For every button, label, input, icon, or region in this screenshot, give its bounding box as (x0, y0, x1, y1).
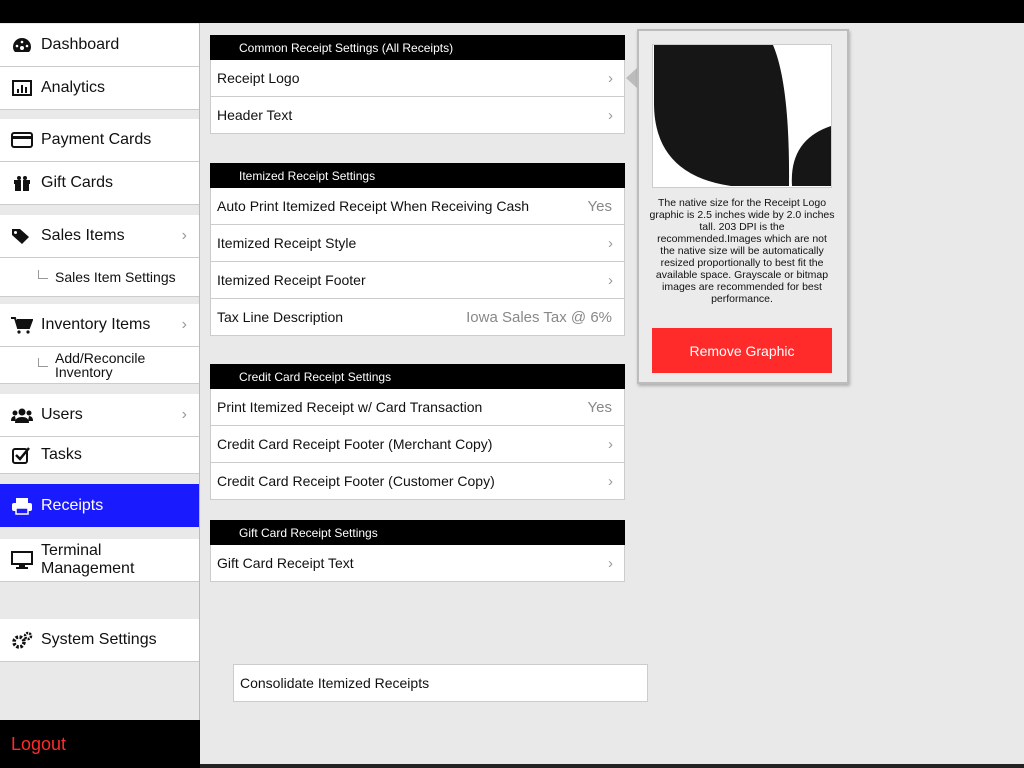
sidebar-item-label: Users (41, 406, 83, 423)
row-label: Auto Print Itemized Receipt When Receivi… (217, 198, 530, 214)
sidebar-item-users[interactable]: Users › (0, 394, 199, 437)
top-bar (0, 0, 1024, 23)
section-header-itemized: Itemized Receipt Settings (210, 163, 625, 188)
row-value: Yes (587, 197, 612, 215)
dashboard-icon (11, 36, 33, 54)
row-gift-card-text[interactable]: Gift Card Receipt Text › (210, 545, 625, 582)
section-header-common: Common Receipt Settings (All Receipts) (210, 35, 625, 60)
sidebar-item-label: Payment Cards (41, 131, 152, 148)
chevron-right-icon: › (608, 106, 613, 124)
sidebar-item-label: Sales Item Settings (55, 269, 176, 285)
checkbox-icon (11, 446, 33, 464)
row-label: Receipt Logo (217, 70, 300, 86)
row-label: Itemized Receipt Style (217, 235, 357, 251)
row-cc-footer-customer[interactable]: Credit Card Receipt Footer (Customer Cop… (210, 463, 625, 500)
sidebar-item-sales-items[interactable]: Sales Items › (0, 215, 199, 258)
sidebar-item-payment-cards[interactable]: Payment Cards (0, 119, 199, 162)
row-label: Print Itemized Receipt w/ Card Transacti… (217, 399, 483, 415)
sidebar-item-label: Gift Cards (41, 174, 114, 191)
chevron-right-icon: › (608, 69, 613, 87)
sidebar-item-label: System Settings (41, 631, 157, 648)
chevron-right-icon: › (608, 554, 613, 572)
row-value: Iowa Sales Tax @ 6% (466, 308, 612, 326)
chevron-right-icon: › (181, 316, 187, 333)
sidebar-item-receipts[interactable]: Receipts (0, 484, 199, 527)
chevron-right-icon: › (608, 234, 613, 252)
chevron-right-icon: › (181, 227, 187, 244)
popover-arrow (626, 68, 637, 88)
subitem-corner-icon (38, 357, 48, 367)
printer-icon (11, 497, 33, 515)
sidebar-item-label: Tasks (41, 446, 82, 463)
remove-graphic-button[interactable]: Remove Graphic (652, 328, 832, 373)
row-cc-footer-merchant[interactable]: Credit Card Receipt Footer (Merchant Cop… (210, 426, 625, 463)
row-label: Itemized Receipt Footer (217, 272, 366, 288)
sidebar-item-label: Receipts (41, 496, 104, 514)
sidebar-item-label: Terminal Management (41, 542, 135, 577)
sidebar-item-tasks[interactable]: Tasks (0, 437, 199, 474)
sidebar-item-label: Sales Items (41, 227, 125, 244)
chevron-right-icon: › (608, 472, 613, 490)
row-label: Consolidate Itemized Receipts (240, 675, 430, 691)
sidebar-item-label: Inventory Items (41, 316, 151, 333)
sidebar-item-sales-item-settings[interactable]: Sales Item Settings (0, 258, 199, 297)
chevron-right-icon: › (181, 406, 187, 423)
credit-card-icon (11, 131, 33, 149)
sidebar-item-dashboard[interactable]: Dashboard (0, 24, 199, 67)
sidebar-item-label: Dashboard (41, 36, 120, 53)
tags-icon (11, 227, 33, 245)
gears-icon (11, 631, 33, 649)
cart-icon (11, 316, 33, 334)
row-itemized-style[interactable]: Itemized Receipt Style › (210, 225, 625, 262)
sidebar-item-label: Analytics (41, 79, 106, 96)
logo-size-info: The native size for the Receipt Logo gra… (649, 197, 835, 305)
sidebar-item-gift-cards[interactable]: Gift Cards (0, 162, 199, 205)
row-label: Credit Card Receipt Footer (Customer Cop… (217, 473, 495, 489)
sidebar-item-analytics[interactable]: Analytics (0, 67, 199, 110)
row-print-itemized-card[interactable]: Print Itemized Receipt w/ Card Transacti… (210, 389, 625, 426)
row-header-text[interactable]: Header Text › (210, 97, 625, 134)
row-itemized-footer[interactable]: Itemized Receipt Footer › (210, 262, 625, 299)
subitem-corner-icon (38, 269, 48, 279)
sidebar-item-terminal-management[interactable]: Terminal Management (0, 539, 199, 582)
row-tax-line[interactable]: Tax Line Description Iowa Sales Tax @ 6% (210, 299, 625, 336)
sidebar: Dashboard Analytics Payment Cards Gift C… (0, 23, 200, 768)
sidebar-item-system-settings[interactable]: System Settings (0, 619, 199, 662)
section-header-gift-card: Gift Card Receipt Settings (210, 520, 625, 545)
users-icon (11, 406, 33, 424)
logout-button[interactable]: Logout (0, 720, 200, 768)
bar-chart-icon (11, 79, 33, 97)
row-label: Tax Line Description (217, 309, 344, 325)
row-value: Yes (587, 398, 612, 416)
receipt-logo-preview (652, 44, 832, 188)
row-label: Gift Card Receipt Text (217, 555, 354, 571)
section-header-credit-card: Credit Card Receipt Settings (210, 364, 625, 389)
row-receipt-logo[interactable]: Receipt Logo › (210, 60, 625, 97)
chevron-right-icon: › (608, 435, 613, 453)
row-auto-print[interactable]: Auto Print Itemized Receipt When Receivi… (210, 188, 625, 225)
chevron-right-icon: › (608, 271, 613, 289)
consolidate-itemized-receipts[interactable]: Consolidate Itemized Receipts (233, 664, 648, 702)
sidebar-item-add-reconcile-inventory[interactable]: Add/Reconcile Inventory (0, 347, 199, 384)
receipt-logo-popover: The native size for the Receipt Logo gra… (637, 29, 849, 384)
gift-icon (11, 174, 33, 192)
bottom-bar (200, 764, 1024, 768)
row-label: Header Text (217, 107, 293, 123)
monitor-icon (11, 551, 33, 569)
sidebar-item-inventory-items[interactable]: Inventory Items › (0, 304, 199, 347)
sidebar-item-label: Add/Reconcile Inventory (55, 350, 146, 380)
row-label: Credit Card Receipt Footer (Merchant Cop… (217, 436, 493, 452)
